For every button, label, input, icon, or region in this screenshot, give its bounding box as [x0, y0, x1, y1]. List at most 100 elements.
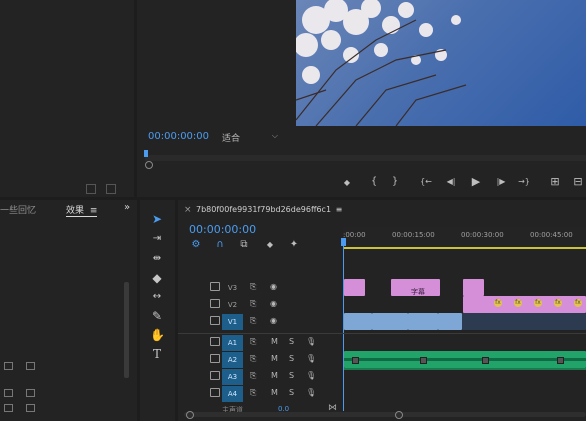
v1-clip-5[interactable]: [462, 313, 586, 330]
sequence-tab[interactable]: 7b80f00fe9931f79bd26de96ff6c1 ≡: [196, 205, 342, 214]
effect-item-icon[interactable]: [4, 404, 13, 412]
overwrite-icon[interactable]: ⊟: [570, 176, 586, 188]
mute-button[interactable]: M: [271, 351, 278, 367]
track-label-a4[interactable]: A4: [222, 386, 243, 402]
a3-audio-strip[interactable]: [344, 368, 586, 370]
linked-selection-icon[interactable]: ⧉: [238, 239, 250, 251]
insert-icon[interactable]: ⊞: [547, 176, 563, 188]
hscroll-handle-right[interactable]: [395, 411, 403, 419]
v3-clip-title[interactable]: 字幕: [391, 279, 440, 296]
v3-clip-1[interactable]: [344, 279, 365, 296]
microphone-icon[interactable]: 🎙: [306, 385, 316, 401]
eye-icon[interactable]: ◉: [270, 279, 277, 295]
program-scrubber[interactable]: [145, 155, 586, 161]
sync-lock-icon[interactable]: ⎘: [250, 385, 256, 401]
work-area-bar[interactable]: [343, 247, 586, 249]
play-icon[interactable]: ▶: [469, 176, 483, 188]
solo-button[interactable]: S: [289, 368, 294, 384]
add-marker-timeline-icon[interactable]: ◆: [264, 239, 276, 251]
lock-icon[interactable]: [210, 282, 220, 291]
playhead-marker[interactable]: [144, 150, 148, 157]
mark-in-icon[interactable]: {: [369, 176, 379, 188]
lock-icon[interactable]: [210, 354, 220, 363]
mute-button[interactable]: M: [271, 385, 278, 401]
audio-keyframe[interactable]: [482, 357, 489, 364]
v1-clip-1[interactable]: [344, 313, 372, 330]
effect-item-icon[interactable]: [26, 362, 35, 370]
timeline-hscroll[interactable]: [184, 412, 586, 417]
panel-menu-icon[interactable]: ≡: [90, 206, 98, 216]
track-label-v2[interactable]: V2: [222, 297, 243, 313]
v3-clip-3[interactable]: [463, 279, 484, 296]
effects-scrollbar[interactable]: [124, 282, 129, 378]
timeline-timecode[interactable]: 00:00:00:00: [189, 223, 256, 236]
sync-lock-icon[interactable]: ⎘: [250, 334, 256, 350]
fit-dropdown[interactable]: 适合 ⌵: [222, 131, 278, 144]
mark-out-icon[interactable]: }: [390, 176, 400, 188]
close-sequence-icon[interactable]: ×: [184, 205, 192, 215]
source-panel-footer-icon[interactable]: [86, 184, 96, 194]
microphone-icon[interactable]: 🎙: [306, 334, 316, 350]
pen-tool-icon[interactable]: ✎: [150, 309, 164, 323]
source-panel-footer-icon-2[interactable]: [106, 184, 116, 194]
snap-icon[interactable]: ∩: [214, 239, 226, 251]
wrench-icon[interactable]: ✦: [288, 239, 300, 251]
eye-icon[interactable]: ◉: [270, 313, 277, 329]
go-to-in-icon[interactable]: {←: [419, 176, 433, 188]
effect-item-icon[interactable]: [4, 389, 13, 397]
a2-audio-clip[interactable]: [344, 351, 586, 368]
eye-icon[interactable]: ◉: [270, 296, 277, 312]
effect-item-icon[interactable]: [26, 404, 35, 412]
step-forward-icon[interactable]: |▶: [494, 176, 508, 188]
sync-lock-icon[interactable]: ⎘: [250, 296, 256, 312]
hscroll-handle-left[interactable]: [186, 411, 194, 419]
tab-effects[interactable]: 效果 ≡: [66, 203, 98, 217]
program-timecode[interactable]: 00:00:00:00: [148, 131, 209, 142]
track-label-v1[interactable]: V1: [222, 314, 243, 330]
sync-lock-icon[interactable]: ⎘: [250, 313, 256, 329]
effect-item-icon[interactable]: [4, 362, 13, 370]
track-label-a3[interactable]: A3: [222, 369, 243, 385]
track-label-a2[interactable]: A2: [222, 352, 243, 368]
track-label-a1[interactable]: A1: [222, 335, 243, 351]
hand-tool-icon[interactable]: ✋: [150, 328, 165, 342]
ripple-edit-tool-icon[interactable]: ⇹: [150, 252, 164, 266]
solo-button[interactable]: S: [289, 334, 294, 350]
audio-keyframe[interactable]: [352, 357, 359, 364]
sync-lock-icon[interactable]: ⎘: [250, 279, 256, 295]
v2-clip-fx[interactable]: fx fx fx fx fx: [463, 296, 586, 313]
sync-lock-icon[interactable]: ⎘: [250, 351, 256, 367]
add-marker-icon[interactable]: ◆: [342, 177, 352, 189]
sync-lock-icon[interactable]: ⎘: [250, 368, 256, 384]
v1-clip-4[interactable]: [438, 313, 462, 330]
nest-icon[interactable]: ⚙: [190, 239, 202, 251]
lock-icon[interactable]: [210, 388, 220, 397]
tab-project[interactable]: 一些回忆: [0, 203, 36, 216]
lock-icon[interactable]: [210, 337, 220, 346]
microphone-icon[interactable]: 🎙: [306, 368, 316, 384]
type-tool-icon[interactable]: T: [150, 347, 164, 361]
razor-tool-icon[interactable]: ◆: [150, 271, 164, 285]
expand-panels-icon[interactable]: »: [124, 202, 130, 213]
mute-button[interactable]: M: [271, 368, 278, 384]
solo-button[interactable]: S: [289, 351, 294, 367]
v1-clip-2[interactable]: [372, 313, 408, 330]
audio-keyframe[interactable]: [420, 357, 427, 364]
zoom-scroll-handle[interactable]: [145, 161, 153, 169]
lock-icon[interactable]: [210, 316, 220, 325]
lock-icon[interactable]: [210, 371, 220, 380]
timeline-playhead-head[interactable]: [341, 238, 346, 246]
sequence-menu-icon[interactable]: ≡: [336, 205, 343, 214]
go-to-out-icon[interactable]: →}: [517, 176, 531, 188]
lock-icon[interactable]: [210, 299, 220, 308]
audio-keyframe[interactable]: [557, 357, 564, 364]
step-back-icon[interactable]: ◀|: [444, 176, 458, 188]
microphone-icon[interactable]: 🎙: [306, 351, 316, 367]
mute-button[interactable]: M: [271, 334, 278, 350]
effect-item-icon[interactable]: [26, 389, 35, 397]
v1-clip-3[interactable]: [408, 313, 438, 330]
track-select-tool-icon[interactable]: ⇥: [150, 232, 164, 246]
slip-tool-icon[interactable]: ↔: [150, 290, 164, 304]
track-label-v3[interactable]: V3: [222, 280, 243, 296]
selection-tool-icon[interactable]: ➤: [150, 212, 164, 226]
